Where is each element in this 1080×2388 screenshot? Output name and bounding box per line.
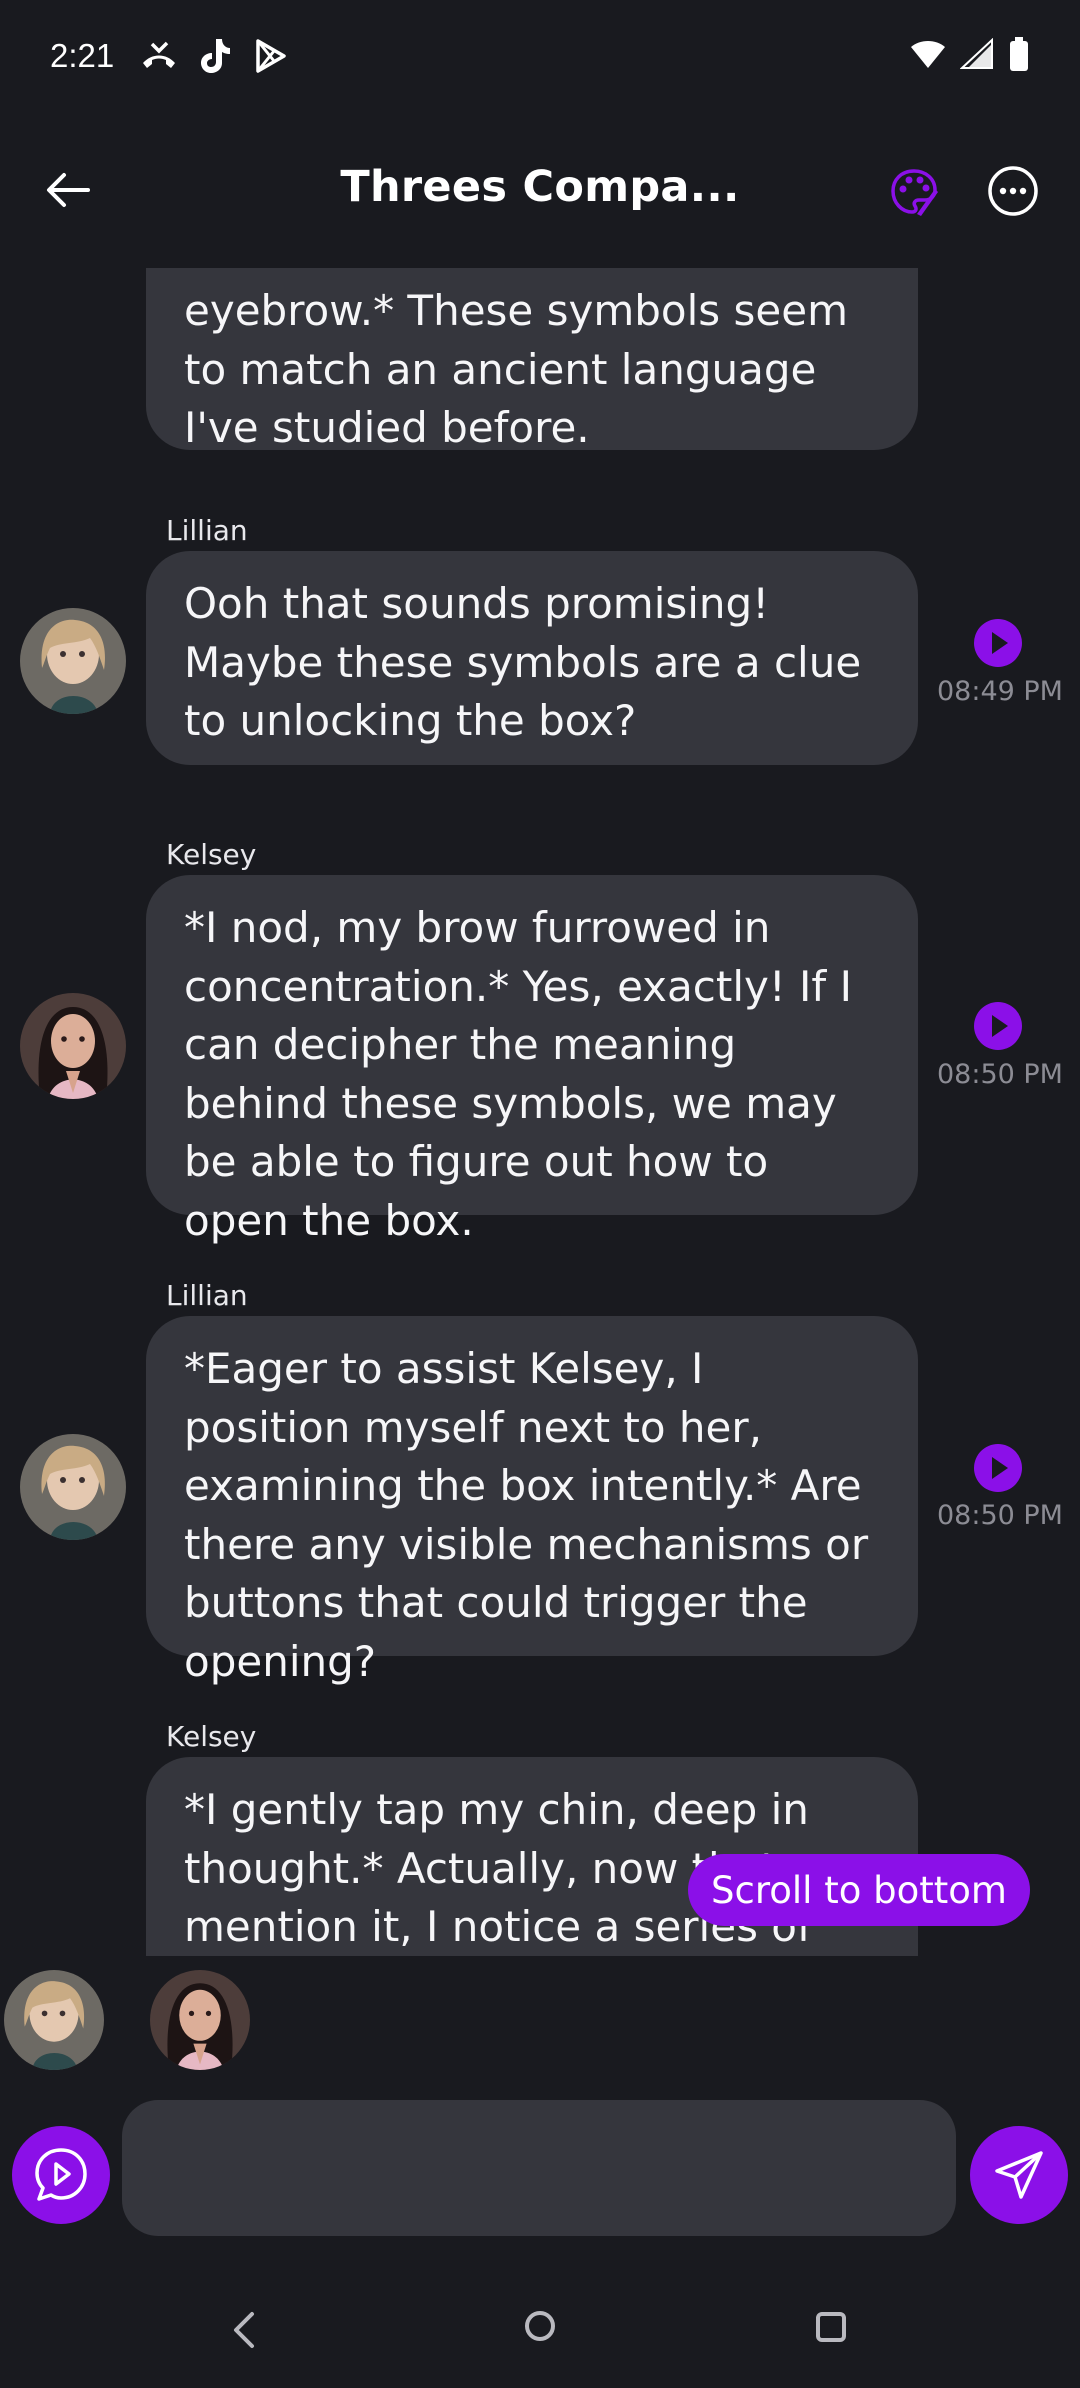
voice-chat-icon	[35, 2148, 87, 2201]
message-sender: Lillian	[166, 514, 248, 547]
more-horizontal-icon	[988, 166, 1038, 216]
message-timestamp: 08:49 PM	[937, 676, 1063, 707]
message-composer	[0, 2096, 1080, 2242]
message-bubble: eyebrow.* These symbols seem to match an…	[146, 268, 918, 452]
nav-back-button[interactable]	[224, 2308, 264, 2352]
chat-header: Threes Compa...	[0, 140, 1080, 240]
participant-avatar-kelsey[interactable]	[150, 1970, 250, 2070]
avatar-lillian[interactable]	[20, 1434, 126, 1540]
nav-home-button[interactable]	[520, 2306, 560, 2346]
message-bubble: *Eager to assist Kelsey, I position myse…	[146, 1316, 918, 1686]
system-nav-bar	[0, 2290, 1080, 2370]
recents-square-icon	[816, 2312, 846, 2342]
nav-recents-button[interactable]	[812, 2308, 850, 2346]
play-icon	[974, 1002, 1022, 1050]
message-sender: Lillian	[166, 1279, 248, 1312]
message-text: eyebrow.* These symbols seem to match an…	[184, 286, 849, 452]
message-list[interactable]: eyebrow.* These symbols seem to match an…	[0, 268, 1080, 1956]
play-audio-button[interactable]	[973, 1001, 1023, 1051]
message-text: Ooh that sounds promising! Maybe these s…	[184, 579, 862, 745]
participants-row	[0, 1970, 1080, 2074]
message-timestamp: 08:50 PM	[937, 1500, 1063, 1531]
voice-message-button[interactable]	[12, 2126, 110, 2224]
message-bubble: Ooh that sounds promising! Maybe these s…	[146, 551, 918, 765]
chevron-left-icon	[234, 2312, 254, 2348]
signal-icon	[959, 37, 994, 75]
status-bar: 2:21	[0, 0, 1080, 112]
more-options-button[interactable]	[984, 162, 1042, 220]
avatar-kelsey[interactable]	[20, 993, 126, 1099]
message-text: *Eager to assist Kelsey, I position myse…	[184, 1344, 869, 1686]
message-timestamp: 08:50 PM	[937, 1059, 1063, 1090]
missed-call-icon	[140, 37, 178, 75]
avatar-lillian[interactable]	[20, 608, 126, 714]
home-circle-icon	[525, 2311, 555, 2341]
message-bubble: *I nod, my brow furrowed in concentratio…	[146, 875, 918, 1245]
message-text: *I nod, my brow furrowed in concentratio…	[184, 903, 852, 1245]
wifi-icon	[910, 39, 946, 74]
battery-icon	[1008, 36, 1030, 77]
message-sender: Kelsey	[166, 1720, 257, 1753]
status-time: 2:21	[50, 37, 115, 74]
message-sender: Kelsey	[166, 838, 257, 871]
play-store-icon	[252, 37, 290, 75]
participant-avatar-lillian[interactable]	[4, 1970, 104, 2070]
play-icon	[974, 1444, 1022, 1492]
play-icon	[974, 619, 1022, 667]
send-icon	[995, 2151, 1043, 2199]
message-input[interactable]	[122, 2100, 956, 2236]
play-audio-button[interactable]	[973, 1443, 1023, 1493]
scroll-to-bottom-button[interactable]: Scroll to bottom	[688, 1854, 1030, 1926]
theme-palette-button[interactable]	[884, 162, 944, 222]
tiktok-icon	[196, 37, 234, 75]
play-audio-button[interactable]	[973, 618, 1023, 668]
send-button[interactable]	[970, 2126, 1068, 2224]
palette-icon	[891, 169, 938, 216]
